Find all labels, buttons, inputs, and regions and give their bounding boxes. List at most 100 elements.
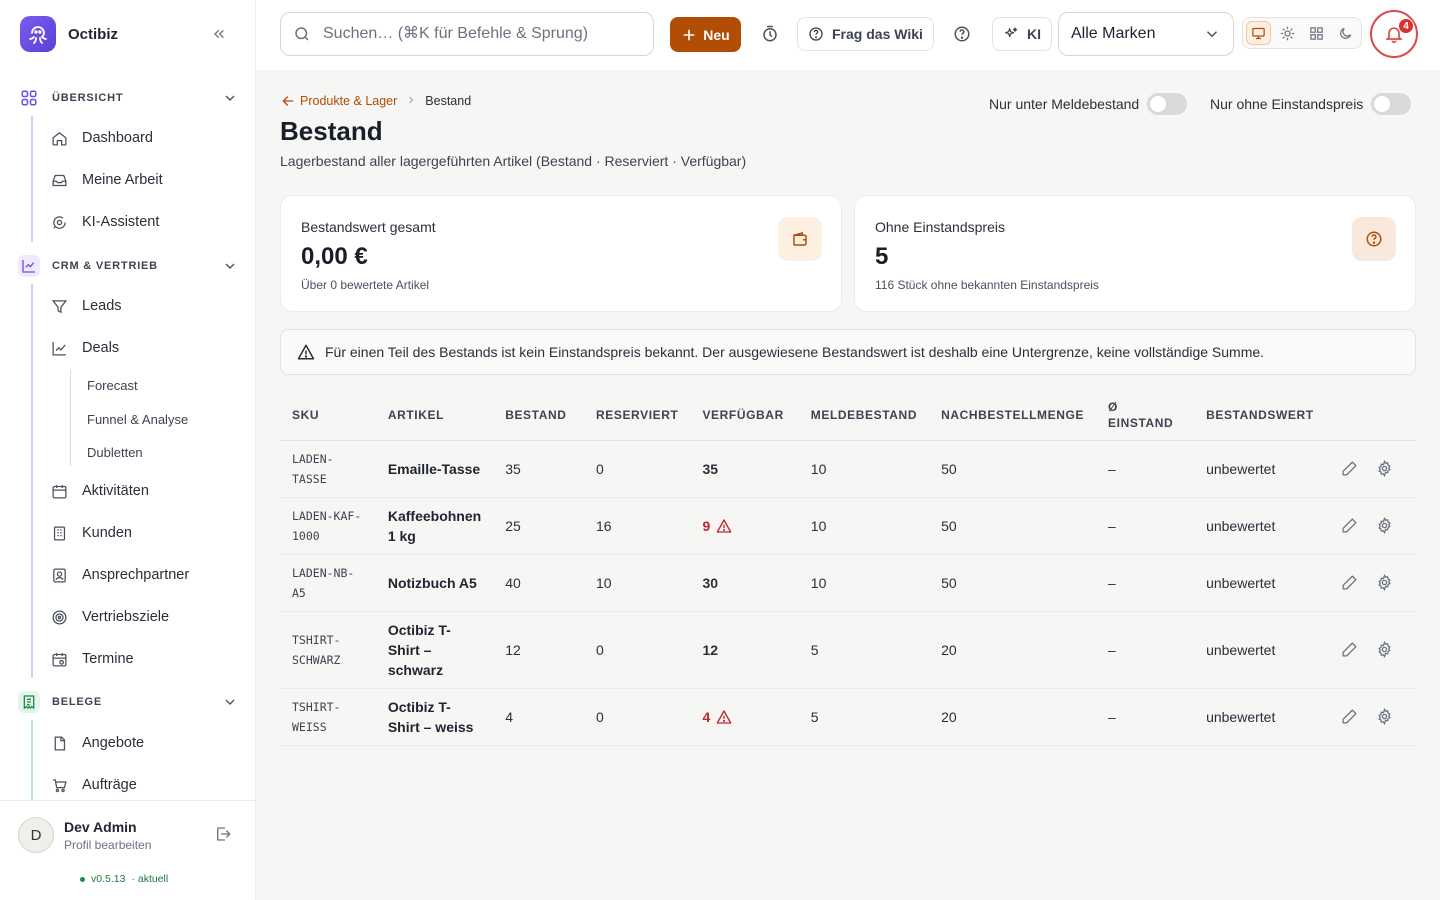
inbox-icon [50,171,68,189]
stat-card-ohne-einstandspreis: Ohne Einstandspreis 5 116 Stück ohne bek… [854,195,1416,312]
sidebar-item-ansprechpartner[interactable]: Ansprechpartner [50,561,189,589]
avatar[interactable]: D [18,817,54,853]
table-row[interactable]: LADEN-NB- A5 Notizbuch A5 40 10 30 10 50– unbewe… [280,554,1416,612]
collapse-sidebar-icon[interactable] [206,22,232,46]
trend-icon [18,255,40,277]
warning-icon [716,518,732,534]
cell-sku: LADEN- TASSE [280,440,376,498]
nav-scroll[interactable]: ÜBERSICHT Dashboard Meine Arbeit KI-Assi… [0,78,255,800]
toggle-einstandspreis[interactable] [1371,93,1412,115]
sidebar-item-auftraege[interactable]: Aufträge [50,771,137,799]
sidebar-item-termine[interactable]: Termine [50,645,134,673]
col-header-reserviert[interactable]: RESERVIERT [583,390,691,441]
cell-reserviert: 0 [583,688,691,746]
sidebar-item-ki-assistent[interactable]: KI-Assistent [50,208,159,236]
brand[interactable]: Octibiz [20,16,118,52]
sku-line: 1000 [292,528,320,543]
sidebar-item-angebote[interactable]: Angebote [50,729,144,757]
toggle-meldebestand[interactable] [1147,93,1188,115]
edit-pencil-icon[interactable] [1341,708,1358,725]
edit-pencil-icon[interactable] [1341,517,1358,534]
breadcrumb-parent-link[interactable]: Produkte & Lager [280,93,397,109]
sidebar-subitem-funnel[interactable]: Funnel & Analyse [87,412,188,427]
sidebar-item-leads[interactable]: Leads [50,292,122,320]
cell-artikel[interactable]: Octibiz T- Shirt – schwarz [375,611,494,689]
cell-artikel[interactable]: Notizbuch A5 [375,554,494,612]
search-input[interactable] [323,25,643,43]
col-header-meldebestand[interactable]: MELDEBESTAND [798,390,930,441]
settings-gear-icon[interactable] [1376,460,1393,477]
monitor-icon[interactable] [1246,21,1272,45]
cell-einstand: – [1096,554,1195,612]
sku-line: LADEN-NB- [292,565,355,580]
sidebar-item-label: Ansprechpartner [82,567,190,583]
sidebar-subitem-dubletten[interactable]: Dubletten [87,445,143,460]
sidebar-item-label: Vertriebsziele [82,609,170,625]
cell-artikel[interactable]: Kaffeebohnen 1 kg [375,497,494,555]
table-row[interactable]: LADEN-KAF- 1000 Kaffeebohnen 1 kg 25 16 9 10 50–… [280,497,1416,555]
cell-artikel[interactable]: Emaille-Tasse [375,440,494,498]
col-header-einstand[interactable]: Ø EINSTAND [1096,390,1195,441]
moon-icon[interactable] [1333,21,1358,45]
layout-grid-icon[interactable] [1304,21,1329,45]
settings-gear-icon[interactable] [1376,517,1393,534]
sidebar-item-meine-arbeit[interactable]: Meine Arbeit [50,166,163,194]
sidebar-item-vertriebsziele[interactable]: Vertriebsziele [50,603,169,631]
settings-gear-icon[interactable] [1376,708,1393,725]
col-header-bestand[interactable]: BESTAND [493,390,584,441]
table-row[interactable]: LADEN- TASSE Emaille-Tasse 35 0 35 10 50– unbewe… [280,440,1416,498]
available-value: 12 [702,641,719,658]
timer-icon[interactable] [756,20,784,48]
col-header-bestandswert[interactable]: BESTANDSWERT [1194,390,1330,441]
available-value: 30 [702,574,719,591]
app-name: Octibiz [68,25,119,43]
col-header-verfuegbar[interactable]: VERFÜGBAR [690,390,799,441]
sku-line: TSHIRT- [292,632,341,647]
section-uebersicht[interactable]: ÜBERSICHT [18,86,240,110]
search-box[interactable] [280,12,654,56]
ai-button[interactable]: KI [992,17,1052,51]
sidebar-item-dashboard[interactable]: Dashboard [50,124,153,152]
cell-bestand: 40 [493,554,584,612]
col-header-nachbestellmenge[interactable]: NACHBESTELLMENGE [929,390,1097,441]
sidebar-item-aktivitaeten[interactable]: Aktivitäten [50,477,149,505]
sidebar-item-deals[interactable]: Deals [50,334,119,362]
cell-artikel[interactable]: Octibiz T- Shirt – weiss [375,688,494,746]
section-title: CRM & VERTRIEB [52,260,158,272]
sidebar-subitem-forecast[interactable]: Forecast [87,378,138,393]
sun-icon[interactable] [1275,21,1300,45]
main-content: Produkte & Lager Bestand Bestand Lagerbe… [256,70,1440,900]
brand-select[interactable]: Alle Marken [1058,12,1234,56]
logout-icon[interactable] [214,825,232,846]
page-title: Bestand [280,116,383,146]
sidebar-item-label: Aufträge [82,777,137,793]
new-button[interactable]: Neu [670,17,741,52]
cell-reserviert: 16 [583,497,691,555]
settings-gear-icon[interactable] [1376,641,1393,658]
edit-pencil-icon[interactable] [1341,460,1358,477]
edit-pencil-icon[interactable] [1341,574,1358,591]
chevron-down-icon[interactable] [220,256,240,276]
available-value: 35 [702,460,719,477]
cell-nachbestellmenge: 50 [929,440,1097,498]
ask-wiki-button[interactable]: Frag das Wiki [797,17,934,51]
edit-pencil-icon[interactable] [1341,641,1358,658]
section-crm-vertrieb[interactable]: CRM & VERTRIEB [18,254,240,278]
chevron-down-icon[interactable] [220,692,240,712]
cell-einstand: – [1096,611,1195,689]
user-name[interactable]: Dev Admin [64,819,137,835]
edit-profile-link[interactable]: Profil bearbeiten [64,838,151,852]
help-icon[interactable] [948,20,976,48]
table-row[interactable]: TSHIRT- SCHWARZ Octibiz T- Shirt – schwarz 12… [280,611,1416,689]
section-belege[interactable]: BELEGE [18,690,240,714]
notifications-button[interactable]: 4 [1370,10,1418,58]
table-row[interactable]: TSHIRT- WEISS Octibiz T- Shirt – weiss 4 0 4 5 2… [280,688,1416,746]
sidebar-item-kunden[interactable]: Kunden [50,519,132,547]
settings-gear-icon[interactable] [1376,574,1393,591]
chevron-down-icon[interactable] [220,88,240,108]
file-icon [50,734,68,752]
col-header-sku[interactable]: SKU [280,390,376,441]
col-header-artikel[interactable]: ARTIKEL [375,390,494,441]
warning-icon [716,709,732,725]
sub-rail [70,370,71,466]
